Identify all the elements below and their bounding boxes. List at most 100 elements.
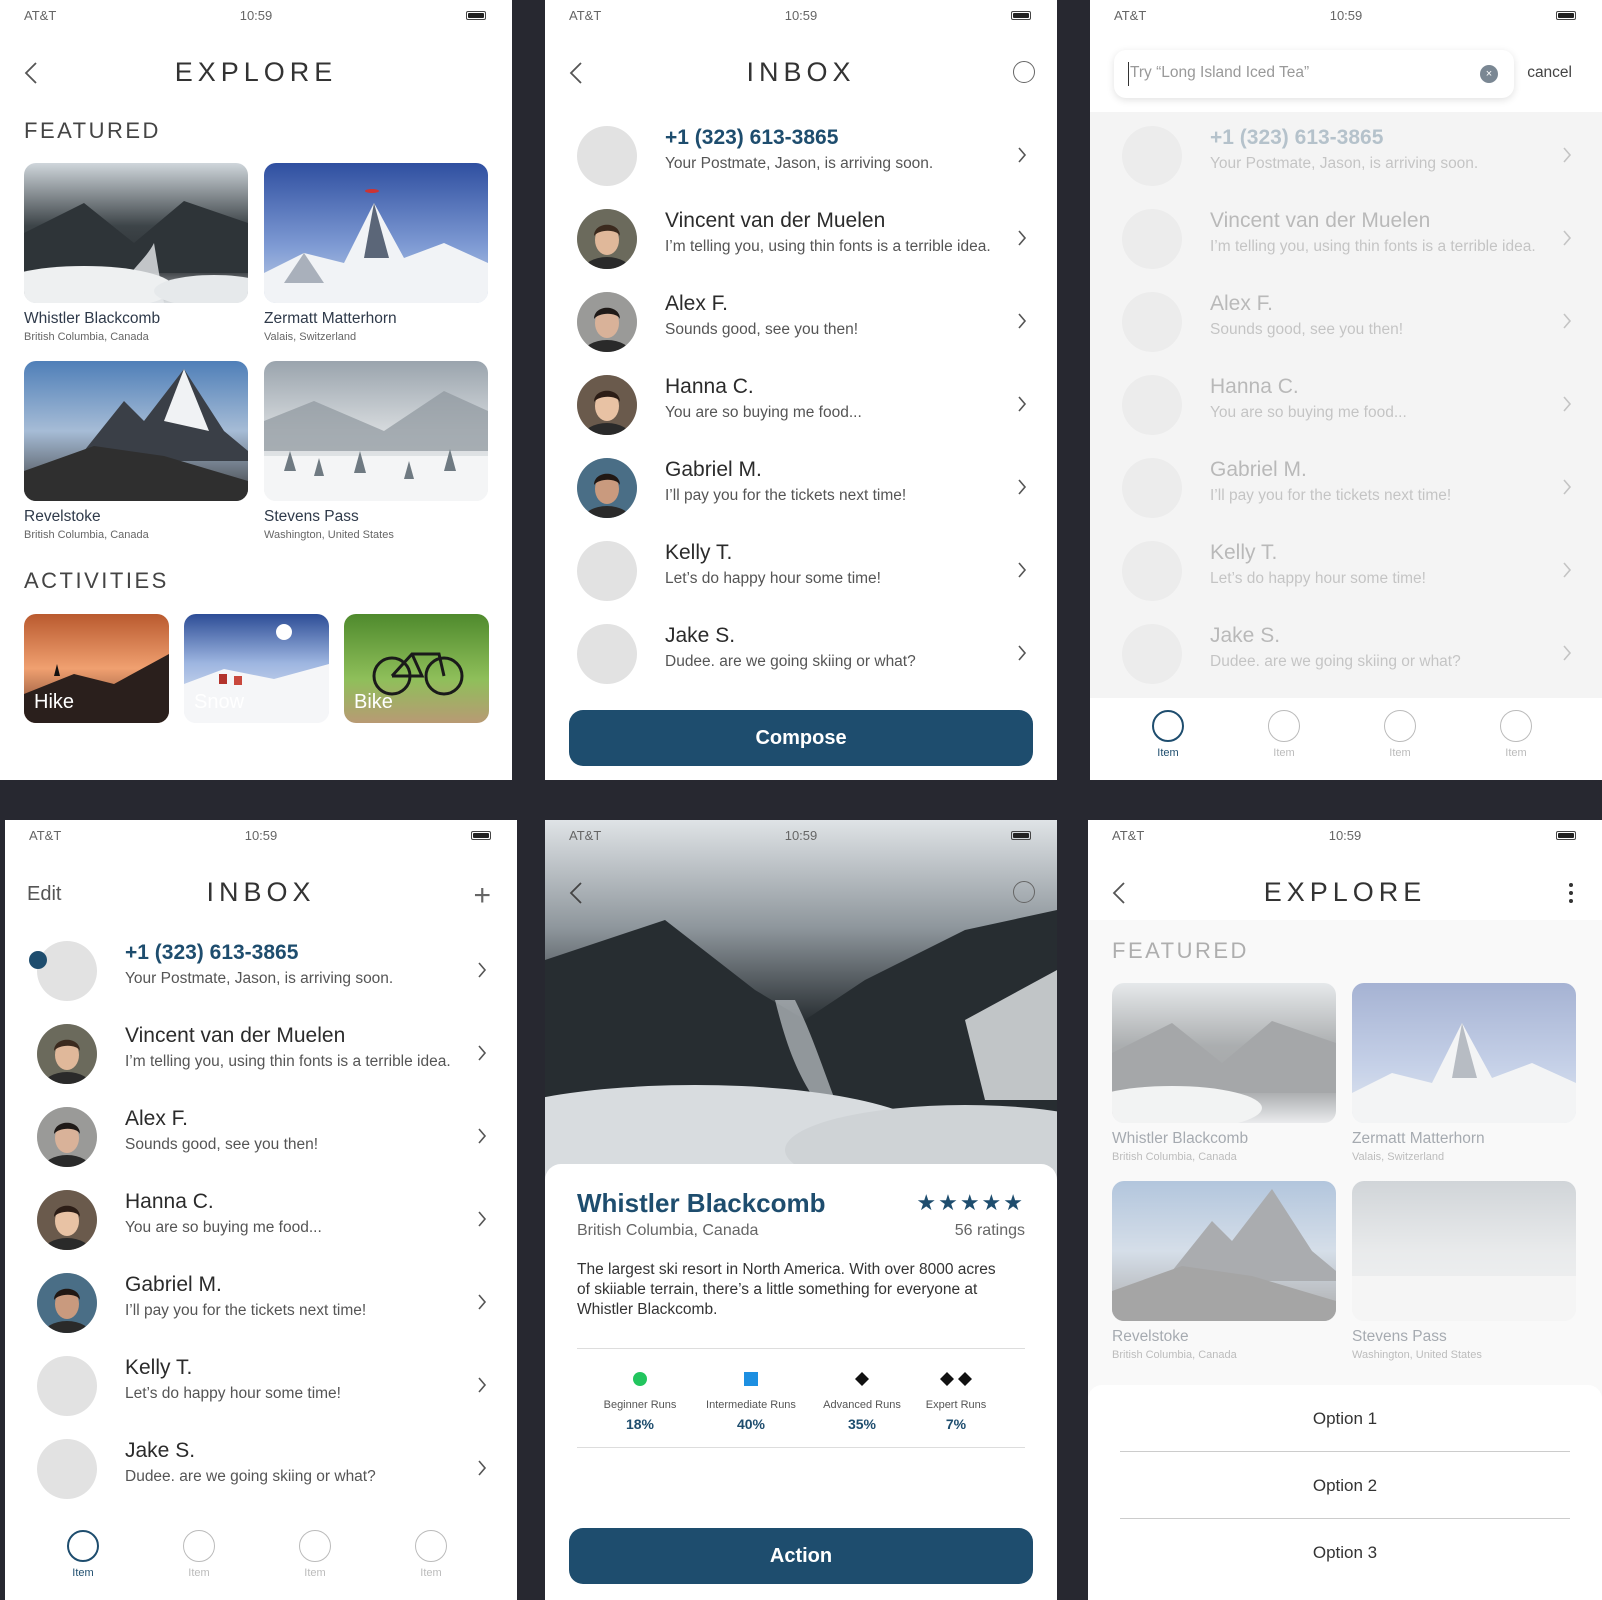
tab-circle-icon xyxy=(183,1530,215,1562)
nav-bar: Edit INBOX + xyxy=(5,865,517,919)
circle-icon[interactable] xyxy=(1013,61,1035,83)
tab-circle-icon xyxy=(1384,710,1416,742)
battery-icon xyxy=(471,831,491,840)
tab-circle-icon xyxy=(299,1530,331,1562)
chevron-right-icon xyxy=(478,1045,487,1061)
message-preview: Sounds good, see you then! xyxy=(125,1136,319,1153)
tab-label: Item xyxy=(1389,747,1411,759)
tab-item-4[interactable]: Item xyxy=(401,1530,461,1579)
status-bar: AT&T 10:59 xyxy=(1088,820,1602,850)
message-preview: Let’s do happy hour some time! xyxy=(125,1385,341,1402)
avatar xyxy=(37,1273,97,1333)
tab-circle-icon xyxy=(1152,710,1184,742)
chevron-right-icon xyxy=(1018,396,1027,412)
status-bar: AT&T 10:59 xyxy=(1090,0,1602,30)
message-sender: +1 (323) 613-3865 xyxy=(665,126,839,149)
message-row[interactable]: Vincent van der Muelen I’m telling you, u… xyxy=(545,191,1057,274)
compose-button[interactable]: Compose xyxy=(569,710,1033,766)
message-sender: +1 (323) 613-3865 xyxy=(125,941,299,964)
clear-icon[interactable]: × xyxy=(1480,65,1498,83)
more-options-icon[interactable] xyxy=(1568,883,1574,907)
message-preview: Dudee. are we going skiing or what? xyxy=(125,1468,376,1485)
message-sender: Vincent van der Muelen xyxy=(125,1024,346,1047)
tab-item-1[interactable]: Item xyxy=(53,1530,113,1579)
message-sender: Hanna C. xyxy=(665,375,754,398)
featured-card-revelstoke[interactable]: Revelstoke British Columbia, Canada xyxy=(24,361,248,541)
clock: 10:59 xyxy=(239,8,273,23)
tab-bar: Item Item Item Item xyxy=(5,1518,517,1600)
message-sender: Alex F. xyxy=(125,1107,189,1130)
tab-circle-icon xyxy=(1500,710,1532,742)
run-value: 18% xyxy=(625,1416,655,1432)
clock: 10:59 xyxy=(244,828,278,843)
tab-item-2[interactable]: Item xyxy=(169,1530,229,1579)
message-row[interactable]: Gabriel M. I’ll pay you for the tickets n… xyxy=(545,440,1057,523)
circle-icon[interactable] xyxy=(1013,881,1035,903)
tab-item-1[interactable]: Item xyxy=(1138,710,1198,759)
plus-icon[interactable]: + xyxy=(473,879,491,913)
option-1[interactable]: Option 1 xyxy=(1120,1385,1570,1452)
message-preview: I’m telling you, using thin fonts is a t… xyxy=(665,238,991,255)
message-row[interactable]: Alex F. Sounds good, see you then! xyxy=(5,1089,517,1172)
chevron-right-icon xyxy=(1018,479,1027,495)
featured-heading: FEATURED xyxy=(24,118,161,143)
tab-label: Item xyxy=(1273,747,1295,759)
avatar xyxy=(577,375,637,435)
chevron-right-icon xyxy=(478,1294,487,1310)
option-3[interactable]: Option 3 xyxy=(1120,1519,1570,1586)
status-bar: AT&T 10:59 xyxy=(545,820,1057,850)
message-row[interactable]: +1 (323) 613-3865 Your Postmate, Jason, i… xyxy=(5,923,517,1006)
message-row[interactable]: Alex F. Sounds good, see you then! xyxy=(545,274,1057,357)
run-label: Expert Runs xyxy=(925,1399,987,1411)
cancel-button[interactable]: cancel xyxy=(1527,64,1572,82)
dim-overlay[interactable] xyxy=(1090,112,1602,708)
featured-card-zermatt[interactable]: Zermatt Matterhorn Valais, Switzerland xyxy=(264,163,488,343)
ratings-count: 56 ratings xyxy=(954,1222,1025,1239)
search-placeholder: Try “Long Island Iced Tea” xyxy=(1130,64,1310,81)
run-value: 40% xyxy=(736,1416,766,1432)
tab-label: Item xyxy=(304,1567,326,1579)
chevron-right-icon xyxy=(1018,562,1027,578)
message-preview: Sounds good, see you then! xyxy=(665,321,859,338)
tab-item-4[interactable]: Item xyxy=(1486,710,1546,759)
message-row[interactable]: Jake S. Dudee. are we going skiing or wha… xyxy=(545,606,1057,689)
tab-item-3[interactable]: Item xyxy=(285,1530,345,1579)
run-stat-advanced: Advanced Runs 35% xyxy=(807,1368,917,1432)
action-button[interactable]: Action xyxy=(569,1528,1033,1584)
tab-item-3[interactable]: Item xyxy=(1370,710,1430,759)
avatar xyxy=(577,624,637,684)
message-sender: Kelly T. xyxy=(125,1356,193,1379)
featured-name: Zermatt Matterhorn xyxy=(264,310,397,327)
back-chevron-icon[interactable] xyxy=(567,881,587,905)
avatar xyxy=(37,1356,97,1416)
message-preview: I’m telling you, using thin fonts is a t… xyxy=(125,1053,451,1070)
message-row[interactable]: Vincent van der Muelen I’m telling you, u… xyxy=(5,1006,517,1089)
clock: 10:59 xyxy=(1329,8,1363,23)
run-value: 35% xyxy=(847,1416,877,1432)
featured-card-stevens[interactable]: Stevens Pass Washington, United States xyxy=(264,361,488,541)
clock: 10:59 xyxy=(1328,828,1362,843)
blue-square-icon xyxy=(744,1372,758,1386)
message-row[interactable]: Hanna C. You are so buying me food... xyxy=(5,1172,517,1255)
clock: 10:59 xyxy=(784,8,818,23)
featured-card-whistler[interactable]: Whistler Blackcomb British Columbia, Can… xyxy=(24,163,248,343)
activity-card-hike[interactable]: Hike xyxy=(24,614,169,723)
battery-icon xyxy=(1556,11,1576,20)
message-row[interactable]: +1 (323) 613-3865 Your Postmate, Jason, i… xyxy=(545,108,1057,191)
message-preview: Your Postmate, Jason, is arriving soon. xyxy=(665,155,934,172)
tab-item-2[interactable]: Item xyxy=(1254,710,1314,759)
message-row[interactable]: Kelly T. Let’s do happy hour some time! xyxy=(5,1338,517,1421)
search-screen: AT&T 10:59 +1 (323) 613-3865Your Postmat… xyxy=(1090,0,1602,780)
activity-card-bike[interactable]: Bike xyxy=(344,614,489,723)
featured-image xyxy=(24,361,248,501)
message-row[interactable]: Gabriel M. I’ll pay you for the tickets n… xyxy=(5,1255,517,1338)
clock: 10:59 xyxy=(784,828,818,843)
message-preview: I’ll pay you for the tickets next time! xyxy=(125,1302,367,1319)
option-2[interactable]: Option 2 xyxy=(1120,1452,1570,1519)
message-row[interactable]: Jake S. Dudee. are we going skiing or wha… xyxy=(5,1421,517,1504)
message-row[interactable]: Hanna C. You are so buying me food... xyxy=(545,357,1057,440)
activity-card-snow[interactable]: Snow xyxy=(184,614,329,723)
message-row[interactable]: Kelly T. Let’s do happy hour some time! xyxy=(545,523,1057,606)
search-input[interactable]: Try “Long Island Iced Tea” × xyxy=(1114,50,1514,98)
featured-image xyxy=(264,361,488,501)
